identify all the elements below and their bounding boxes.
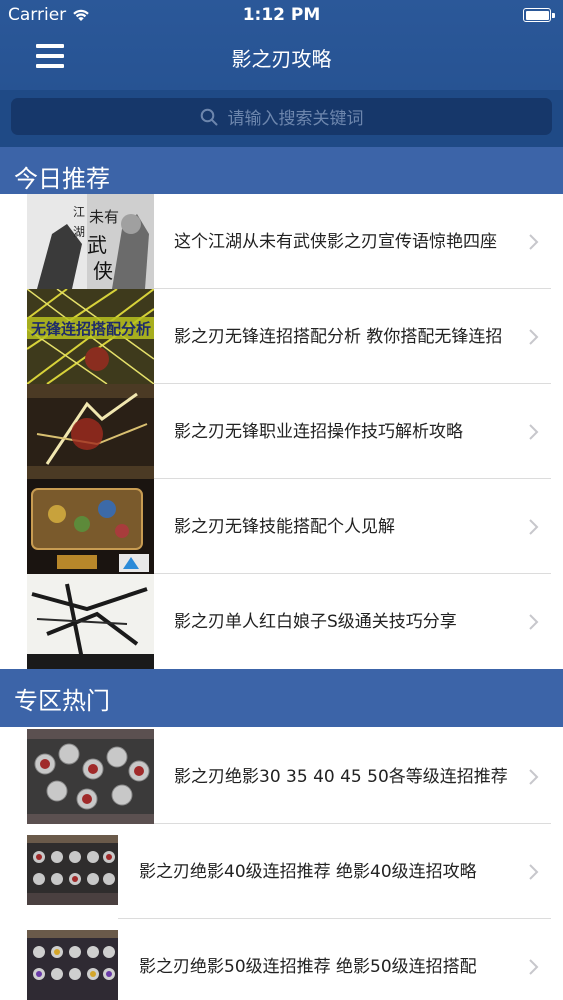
list-item[interactable]: 影之刃无锋职业连招操作技巧解析攻略 <box>0 384 563 479</box>
search-bar-container: 请输入搜索关键词 <box>0 90 563 147</box>
chevron-right-icon <box>528 863 539 881</box>
article-title: 影之刃无锋连招搭配分析 教你搭配无锋连招 <box>174 326 503 347</box>
thumbnail-calligraphy-2: 武 <box>87 233 107 257</box>
search-icon <box>200 108 218 126</box>
article-thumbnail <box>27 930 118 1000</box>
article-title: 影之刃绝影30 35 40 45 50各等级连招推荐 <box>174 766 508 787</box>
navigation-bar: 影之刃攻略 <box>0 30 563 86</box>
article-thumbnail: 无锋连招搭配分析 <box>27 289 154 384</box>
article-title: 影之刃绝影50级连招推荐 绝影50级连招搭配 <box>139 956 477 977</box>
chevron-right-icon <box>528 768 539 786</box>
list-item[interactable]: 影之刃绝影30 35 40 45 50各等级连招推荐 <box>0 729 563 824</box>
article-thumbnail <box>27 835 118 905</box>
article-thumbnail <box>27 574 154 669</box>
status-time: 1:12 PM <box>242 5 321 25</box>
article-thumbnail <box>27 729 154 824</box>
section-header-hot: 专区热门 <box>0 669 563 727</box>
article-thumbnail <box>27 479 154 574</box>
list-item[interactable]: 未有 武 侠 江 湖 这个江湖从未有武侠影之刃宣传语惊艳四座 <box>0 194 563 289</box>
page-title: 影之刃攻略 <box>231 47 332 71</box>
article-thumbnail <box>27 384 154 479</box>
thumbnail-calligraphy-4: 江 <box>73 205 85 219</box>
list-item[interactable]: 影之刃绝影50级连招推荐 绝影50级连招搭配 <box>0 919 563 1000</box>
chevron-right-icon <box>528 518 539 536</box>
chevron-right-icon <box>528 423 539 441</box>
article-title: 影之刃单人红白娘子S级通关技巧分享 <box>174 611 457 632</box>
article-thumbnail: 未有 武 侠 江 湖 <box>27 194 154 289</box>
thumbnail-banner-text: 无锋连招搭配分析 <box>30 320 151 338</box>
chevron-right-icon <box>528 958 539 976</box>
list-item[interactable]: 影之刃无锋技能搭配个人见解 <box>0 479 563 574</box>
article-title: 影之刃无锋技能搭配个人见解 <box>174 516 395 537</box>
chevron-right-icon <box>528 613 539 631</box>
top-bar: Carrier 1:12 PM 影之刃攻略 请输入搜索关键词 <box>0 0 563 147</box>
thumbnail-calligraphy-5: 湖 <box>73 224 85 239</box>
article-title: 这个江湖从未有武侠影之刃宣传语惊艳四座 <box>174 231 497 252</box>
app-screen: Carrier 1:12 PM 影之刃攻略 请输入搜索关键词 今日推荐 未有 武… <box>0 0 563 1000</box>
list-item[interactable]: 影之刃单人红白娘子S级通关技巧分享 <box>0 574 563 669</box>
chevron-right-icon <box>528 233 539 251</box>
list-item[interactable]: 无锋连招搭配分析 影之刃无锋连招搭配分析 教你搭配无锋连招 <box>0 289 563 384</box>
status-bar: Carrier 1:12 PM <box>0 0 563 30</box>
search-input[interactable]: 请输入搜索关键词 <box>11 98 552 135</box>
chevron-right-icon <box>528 328 539 346</box>
search-placeholder: 请输入搜索关键词 <box>227 109 364 129</box>
article-title: 影之刃无锋职业连招操作技巧解析攻略 <box>174 421 463 442</box>
thumbnail-calligraphy-1: 未有 <box>89 208 119 226</box>
thumbnail-calligraphy-3: 侠 <box>93 259 113 283</box>
article-title: 影之刃绝影40级连招推荐 绝影40级连招攻略 <box>139 861 477 882</box>
list-item[interactable]: 影之刃绝影40级连招推荐 绝影40级连招攻略 <box>0 824 563 919</box>
battery-icon <box>523 8 555 22</box>
